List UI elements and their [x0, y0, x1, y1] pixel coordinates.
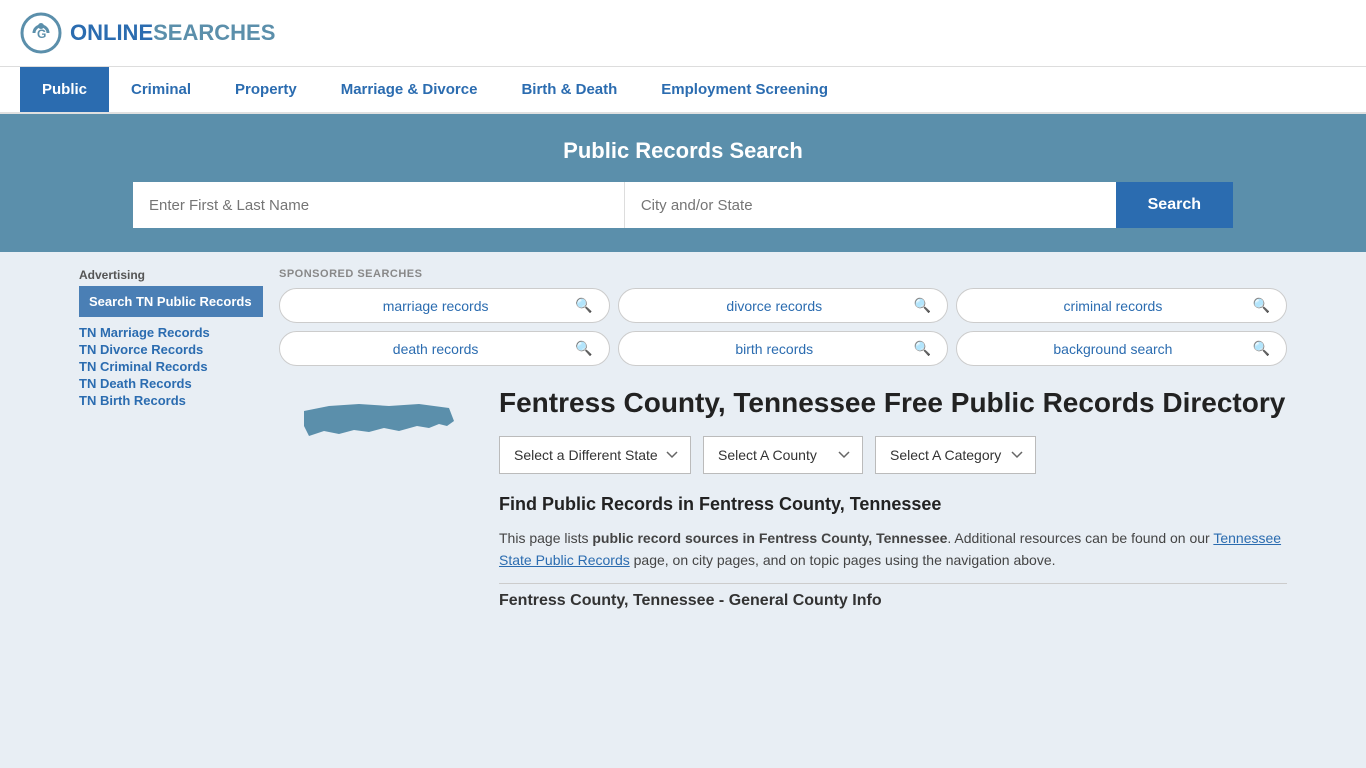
sponsored-tag-criminal[interactable]: criminal records 🔍 — [956, 288, 1287, 323]
sponsored-tag-death[interactable]: death records 🔍 — [279, 331, 610, 366]
sponsored-tag-background[interactable]: background search 🔍 — [956, 331, 1287, 366]
county-section: Fentress County, Tennessee Free Public R… — [279, 386, 1287, 614]
desc-part3: page, on city pages, and on topic pages … — [630, 552, 1056, 568]
sponsored-label: SPONSORED SEARCHES — [279, 268, 1287, 280]
nav-item-property[interactable]: Property — [213, 67, 319, 112]
sidebar: Advertising Search TN Public Records TN … — [79, 268, 279, 614]
category-dropdown[interactable]: Select A Category — [875, 436, 1036, 474]
state-map — [279, 386, 479, 614]
nav-item-marriage-divorce[interactable]: Marriage & Divorce — [319, 67, 500, 112]
header: G ONLINESEARCHES — [0, 0, 1366, 67]
main-container: Advertising Search TN Public Records TN … — [63, 252, 1303, 614]
tennessee-map-svg — [299, 396, 459, 476]
search-icon-divorce: 🔍 — [914, 297, 931, 314]
find-heading: Find Public Records in Fentress County, … — [499, 494, 1287, 515]
county-content: Fentress County, Tennessee Free Public R… — [499, 386, 1287, 614]
description-text: This page lists public record sources in… — [499, 527, 1287, 572]
logo-text: ONLINESEARCHES — [70, 20, 275, 46]
sidebar-link-birth[interactable]: TN Birth Records — [79, 393, 263, 408]
desc-bold1: public record sources in Fentress County… — [592, 530, 947, 546]
search-icon-birth: 🔍 — [914, 340, 931, 357]
sponsored-tag-background-text: background search — [973, 341, 1252, 357]
search-form: Search — [133, 182, 1233, 228]
name-input[interactable] — [133, 182, 625, 228]
sidebar-link-marriage[interactable]: TN Marriage Records — [79, 325, 263, 340]
svg-text:G: G — [37, 27, 46, 41]
dropdown-row: Select a Different State Select A County… — [499, 436, 1287, 474]
sponsored-tag-marriage-text: marriage records — [296, 298, 575, 314]
logo-online: ONLINE — [70, 20, 153, 45]
county-dropdown[interactable]: Select A County — [703, 436, 863, 474]
search-icon-death: 🔍 — [575, 340, 592, 357]
search-icon-marriage: 🔍 — [575, 297, 592, 314]
county-title: Fentress County, Tennessee Free Public R… — [499, 386, 1287, 420]
search-icon-criminal: 🔍 — [1253, 297, 1270, 314]
divider — [499, 583, 1287, 584]
search-icon-background: 🔍 — [1253, 340, 1270, 357]
nav-item-criminal[interactable]: Criminal — [109, 67, 213, 112]
city-input[interactable] — [625, 182, 1116, 228]
sponsored-tag-death-text: death records — [296, 341, 575, 357]
nav-item-birth-death[interactable]: Birth & Death — [499, 67, 639, 112]
sidebar-link-death[interactable]: TN Death Records — [79, 376, 263, 391]
nav-item-public[interactable]: Public — [20, 67, 109, 112]
sponsored-tag-birth[interactable]: birth records 🔍 — [618, 331, 949, 366]
sidebar-advertising-label: Advertising — [79, 268, 263, 282]
desc-part2: . Additional resources can be found on o… — [947, 530, 1213, 546]
search-button[interactable]: Search — [1116, 182, 1233, 228]
sponsored-tag-divorce-text: divorce records — [635, 298, 914, 314]
logo-searches: SEARCHES — [153, 20, 275, 45]
nav-item-employment[interactable]: Employment Screening — [639, 67, 850, 112]
main-nav: Public Criminal Property Marriage & Divo… — [0, 67, 1366, 114]
desc-part1: This page lists — [499, 530, 592, 546]
general-info-heading: Fentress County, Tennessee - General Cou… — [499, 592, 1287, 610]
logo-icon: G — [20, 12, 62, 54]
logo: G ONLINESEARCHES — [20, 12, 275, 54]
sidebar-link-divorce[interactable]: TN Divorce Records — [79, 342, 263, 357]
search-banner: Public Records Search Search — [0, 114, 1366, 252]
content-area: SPONSORED SEARCHES marriage records 🔍 di… — [279, 268, 1287, 614]
sponsored-tag-divorce[interactable]: divorce records 🔍 — [618, 288, 949, 323]
sponsored-tag-marriage[interactable]: marriage records 🔍 — [279, 288, 610, 323]
sponsored-tag-birth-text: birth records — [635, 341, 914, 357]
sponsored-grid: marriage records 🔍 divorce records 🔍 cri… — [279, 288, 1287, 366]
sidebar-link-criminal[interactable]: TN Criminal Records — [79, 359, 263, 374]
search-banner-title: Public Records Search — [20, 138, 1346, 164]
state-dropdown[interactable]: Select a Different State — [499, 436, 691, 474]
sidebar-ad-box[interactable]: Search TN Public Records — [79, 286, 263, 317]
sponsored-tag-criminal-text: criminal records — [973, 298, 1252, 314]
